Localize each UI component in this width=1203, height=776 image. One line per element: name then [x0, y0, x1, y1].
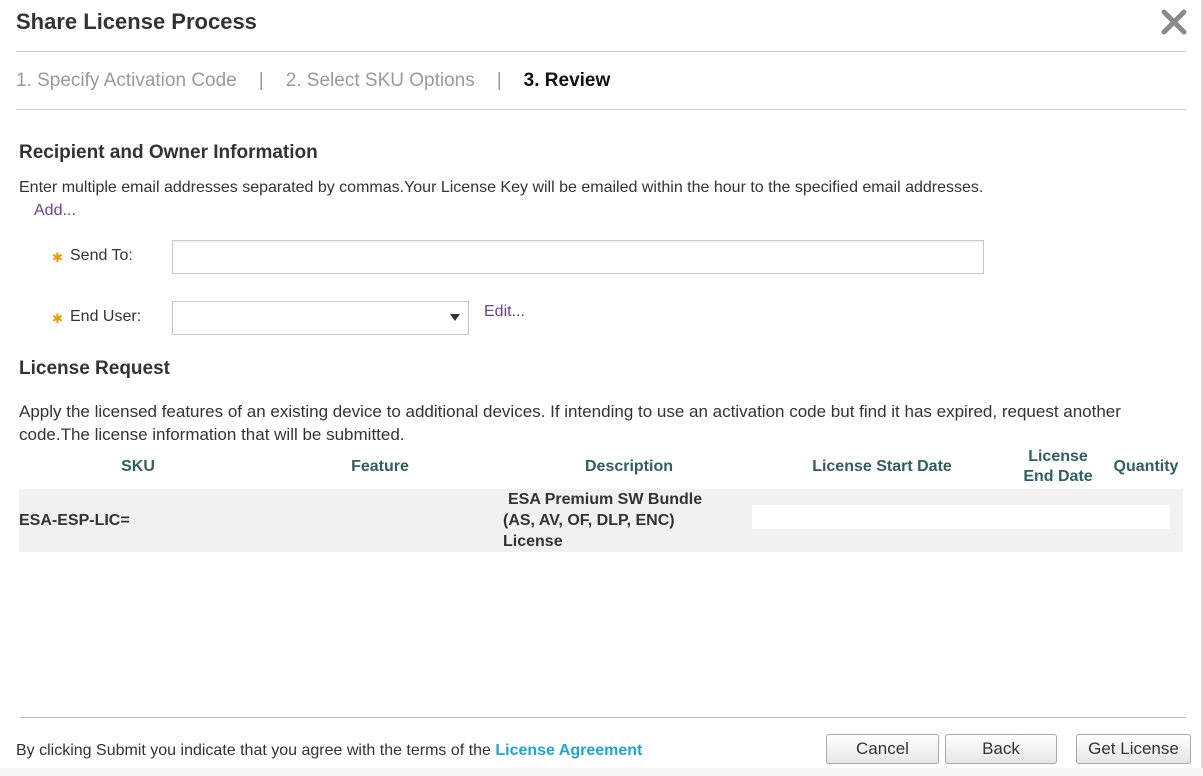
back-button[interactable]: Back: [945, 734, 1057, 764]
wizard-steps: 1. Specify Activation Code | 2. Select S…: [16, 70, 610, 92]
close-icon[interactable]: [1158, 6, 1190, 38]
recipient-section-title: Recipient and Owner Information: [19, 142, 318, 163]
get-license-button[interactable]: Get License: [1076, 734, 1191, 764]
share-license-dialog: Share License Process 1. Specify Activat…: [0, 0, 1203, 776]
row-description-line3: License: [503, 533, 563, 550]
step-separator: |: [496, 70, 502, 91]
cancel-button[interactable]: Cancel: [826, 734, 939, 764]
footer-divider: [20, 717, 1186, 718]
edit-end-user-link[interactable]: Edit...: [484, 303, 525, 321]
row-description-line1: ESA Premium SW Bundle: [508, 491, 703, 508]
title-divider: [16, 51, 1186, 52]
column-header-end-date: License End Date: [1012, 447, 1104, 487]
column-header-end-date-line1: License: [1028, 448, 1088, 465]
row-description-line2: (AS, AV, OF, DLP, ENC): [503, 512, 675, 529]
dialog-title: Share License Process: [16, 9, 257, 34]
end-user-select[interactable]: [172, 301, 469, 335]
bottom-strip: [0, 768, 1203, 776]
recipient-description: Enter multiple email addresses separated…: [19, 179, 984, 196]
row-sku: ESA-ESP-LIC=: [19, 512, 130, 529]
chevron-down-icon: [450, 314, 460, 321]
required-marker: ✱: [52, 311, 63, 326]
license-agreement-link[interactable]: License Agreement: [495, 742, 642, 759]
send-to-input[interactable]: [172, 240, 984, 274]
column-header-start-date: License Start Date: [812, 458, 952, 475]
license-request-title: License Request: [19, 358, 170, 379]
step-select-sku-options[interactable]: 2. Select SKU Options: [286, 70, 475, 92]
row-date-quantity-area: [752, 505, 1170, 529]
agreement-text: By clicking Submit you indicate that you…: [16, 742, 496, 759]
column-header-sku: SKU: [121, 458, 155, 475]
add-link[interactable]: Add...: [34, 202, 76, 220]
send-to-label: Send To:: [70, 247, 133, 264]
license-request-description: Apply the licensed features of an existi…: [19, 402, 1121, 444]
steps-divider: [16, 109, 1186, 110]
end-user-label: End User:: [70, 308, 142, 325]
required-marker: ✱: [52, 250, 63, 265]
row-description: ESA Premium SW Bundle (AS, AV, OF, DLP, …: [503, 489, 743, 552]
step-specify-activation-code[interactable]: 1. Specify Activation Code: [16, 70, 237, 92]
column-header-quantity: Quantity: [1113, 458, 1179, 475]
column-header-feature: Feature: [351, 458, 409, 475]
column-header-description: Description: [584, 458, 673, 475]
step-review: 3. Review: [523, 70, 611, 91]
column-header-end-date-line2: End Date: [1023, 468, 1093, 485]
agreement-notice: By clicking Submit you indicate that you…: [16, 742, 642, 760]
step-separator: |: [258, 70, 264, 91]
